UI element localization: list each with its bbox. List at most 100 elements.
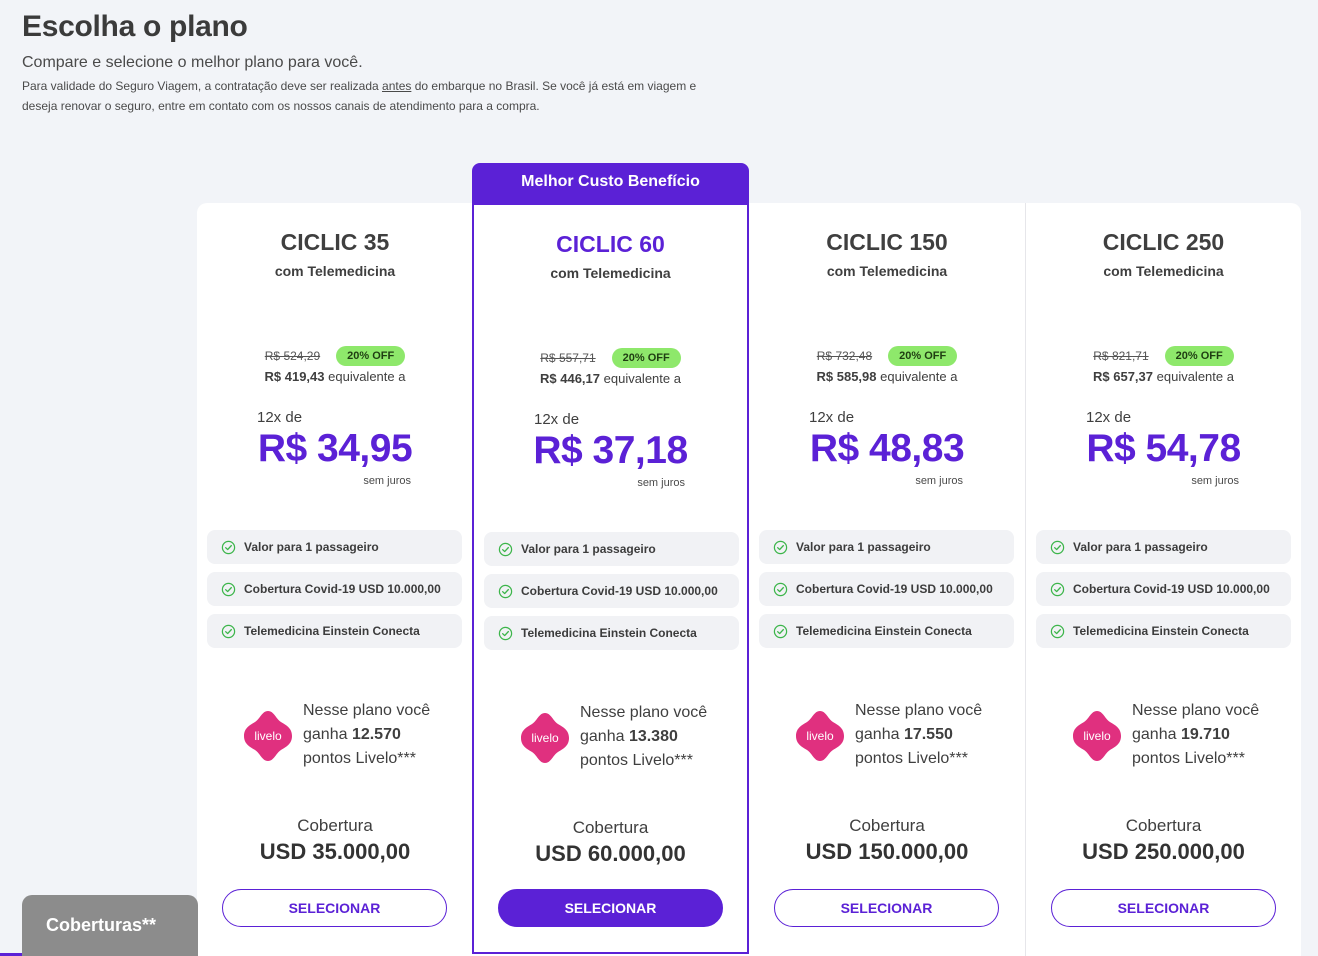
page: Escolha o plano Compare e selecione o me… xyxy=(0,0,1318,956)
total-price: R$ 585,98 xyxy=(816,369,877,384)
feature-label: Cobertura Covid-19 USD 10.000,00 xyxy=(521,584,718,598)
feature-item: Cobertura Covid-19 USD 10.000,00 xyxy=(207,572,462,606)
discount-badge: 20% OFF xyxy=(336,346,406,366)
page-note-text: Para validade do Seguro Viagem, a contra… xyxy=(22,79,383,93)
feature-label: Telemedicina Einstein Conecta xyxy=(244,624,420,638)
total-price-suffix: equivalente a xyxy=(600,371,681,386)
plan-subtitle: com Telemedicina xyxy=(550,265,671,281)
old-price-row: R$ 524,29 20% OFF xyxy=(197,345,473,367)
feature-list: Valor para 1 passageiro Cobertura Covid-1… xyxy=(1036,530,1291,656)
feature-item: Telemedicina Einstein Conecta xyxy=(484,616,739,650)
total-price-row: R$ 585,98 equivalente a xyxy=(749,369,1025,384)
svg-text:livelo: livelo xyxy=(531,731,559,745)
plan-name: CICLIC 250 xyxy=(1102,229,1225,255)
plan-name: CICLIC 150 xyxy=(826,229,948,255)
feature-item: Valor para 1 passageiro xyxy=(759,530,1014,564)
plan-name: CICLIC 60 xyxy=(556,231,665,257)
feature-item: Telemedicina Einstein Conecta xyxy=(207,614,462,648)
feature-label: Cobertura Covid-19 USD 10.000,00 xyxy=(1073,582,1270,596)
feature-label: Valor para 1 passageiro xyxy=(521,542,656,556)
old-price-row: R$ 821,71 20% OFF xyxy=(1026,345,1301,367)
plan-card-4: CICLIC 250 com Telemedicina R$ 821,71 20… xyxy=(1025,203,1301,956)
livelo-line3: pontos Livelo*** xyxy=(303,750,416,767)
total-price-suffix: equivalente a xyxy=(876,369,958,384)
coverage-label: Cobertura xyxy=(572,818,649,837)
livelo-logo-icon: livelo xyxy=(1073,711,1121,761)
coverage-label: Cobertura xyxy=(849,816,925,835)
livelo-line3: pontos Livelo*** xyxy=(855,750,968,767)
feature-label: Cobertura Covid-19 USD 10.000,00 xyxy=(796,582,993,596)
feature-item: Cobertura Covid-19 USD 10.000,00 xyxy=(759,572,1014,606)
installments-label: 12x de xyxy=(257,409,303,426)
select-plan-button[interactable]: SELECIONAR xyxy=(774,889,999,927)
livelo-prefix: ganha xyxy=(580,728,629,745)
installment-price: R$ 54,78 xyxy=(1086,427,1241,470)
livelo-prefix: ganha xyxy=(303,726,352,743)
feature-label: Cobertura Covid-19 USD 10.000,00 xyxy=(244,582,441,596)
check-circle-icon xyxy=(773,624,788,638)
feature-list: Valor para 1 passageiro Cobertura Covid-1… xyxy=(759,530,1014,656)
livelo-line1: Nesse plano você xyxy=(580,704,708,721)
svg-text:livelo: livelo xyxy=(806,729,834,743)
feature-item: Valor para 1 passageiro xyxy=(1036,530,1291,564)
no-interest-label: sem juros xyxy=(915,475,963,487)
feature-label: Telemedicina Einstein Conecta xyxy=(1073,624,1249,638)
livelo-points: livelo Nesse plano você ganha 17.550 pon… xyxy=(795,695,1005,775)
check-circle-icon xyxy=(773,582,788,596)
featured-banner: Melhor Custo Benefício xyxy=(472,163,749,204)
livelo-points-value: 13.380 xyxy=(628,728,678,745)
page-title: Escolha o plano xyxy=(22,10,248,43)
feature-list: Valor para 1 passageiro Cobertura Covid-1… xyxy=(484,532,739,658)
plan-card-3: CICLIC 150 com Telemedicina R$ 732,48 20… xyxy=(749,203,1025,956)
livelo-line1: Nesse plano você xyxy=(855,702,983,719)
select-plan-button[interactable]: SELECIONAR xyxy=(222,889,447,927)
check-circle-icon xyxy=(498,542,513,556)
feature-label: Telemedicina Einstein Conecta xyxy=(796,624,972,638)
plan-card-1: CICLIC 35 com Telemedicina R$ 524,29 20%… xyxy=(197,203,473,956)
installment-price: R$ 34,95 xyxy=(257,427,413,470)
old-price: R$ 732,48 xyxy=(816,349,873,363)
check-circle-icon xyxy=(1050,624,1065,638)
coverage-value: USD 35.000,00 xyxy=(259,839,411,864)
svg-text:livelo: livelo xyxy=(254,729,282,743)
feature-label: Valor para 1 passageiro xyxy=(1073,540,1208,554)
livelo-text: Nesse plano você ganha 12.570 pontos Liv… xyxy=(303,699,430,771)
check-circle-icon xyxy=(773,540,788,554)
feature-item: Cobertura Covid-19 USD 10.000,00 xyxy=(1036,572,1291,606)
livelo-text: Nesse plano você ganha 17.550 pontos Liv… xyxy=(855,699,982,771)
plan-subtitle: com Telemedicina xyxy=(1103,263,1224,279)
coverage-tab[interactable]: Coberturas** xyxy=(22,895,198,956)
page-note: Para validade do Seguro Viagem, a contra… xyxy=(22,76,702,116)
livelo-line3: pontos Livelo*** xyxy=(580,752,693,769)
livelo-line1: Nesse plano você xyxy=(303,702,431,719)
check-circle-icon xyxy=(221,540,236,554)
select-plan-button[interactable]: SELECIONAR xyxy=(1051,889,1276,927)
check-circle-icon xyxy=(498,626,513,640)
livelo-points: livelo Nesse plano você ganha 12.570 pon… xyxy=(243,695,453,775)
check-circle-icon xyxy=(498,584,513,598)
livelo-logo-icon: livelo xyxy=(244,711,292,761)
no-interest-label: sem juros xyxy=(1191,475,1239,487)
total-price-suffix: equivalente a xyxy=(1153,369,1234,384)
livelo-logo-icon: livelo xyxy=(796,711,844,761)
total-price-row: R$ 657,37 equivalente a xyxy=(1026,369,1301,384)
check-circle-icon xyxy=(1050,582,1065,596)
feature-item: Valor para 1 passageiro xyxy=(484,532,739,566)
plan-subtitle: com Telemedicina xyxy=(826,263,948,279)
feature-item: Telemedicina Einstein Conecta xyxy=(1036,614,1291,648)
livelo-line1: Nesse plano você xyxy=(1132,702,1260,719)
feature-label: Valor para 1 passageiro xyxy=(796,540,931,554)
livelo-points: livelo Nesse plano você ganha 13.380 pon… xyxy=(520,697,730,777)
coverage-value: USD 60.000,00 xyxy=(535,841,686,866)
livelo-points-value: 17.550 xyxy=(903,726,953,743)
total-price: R$ 446,17 xyxy=(540,371,601,386)
livelo-text: Nesse plano você ganha 13.380 pontos Liv… xyxy=(580,701,707,773)
total-price: R$ 419,43 xyxy=(264,369,325,384)
select-plan-button[interactable]: SELECIONAR xyxy=(498,889,723,927)
page-note-underlined: antes xyxy=(382,79,412,93)
discount-badge: 20% OFF xyxy=(611,348,681,368)
old-price: R$ 557,71 xyxy=(540,351,596,365)
old-price: R$ 524,29 xyxy=(264,349,321,363)
discount-badge: 20% OFF xyxy=(888,346,958,366)
old-price: R$ 821,71 xyxy=(1093,349,1149,363)
